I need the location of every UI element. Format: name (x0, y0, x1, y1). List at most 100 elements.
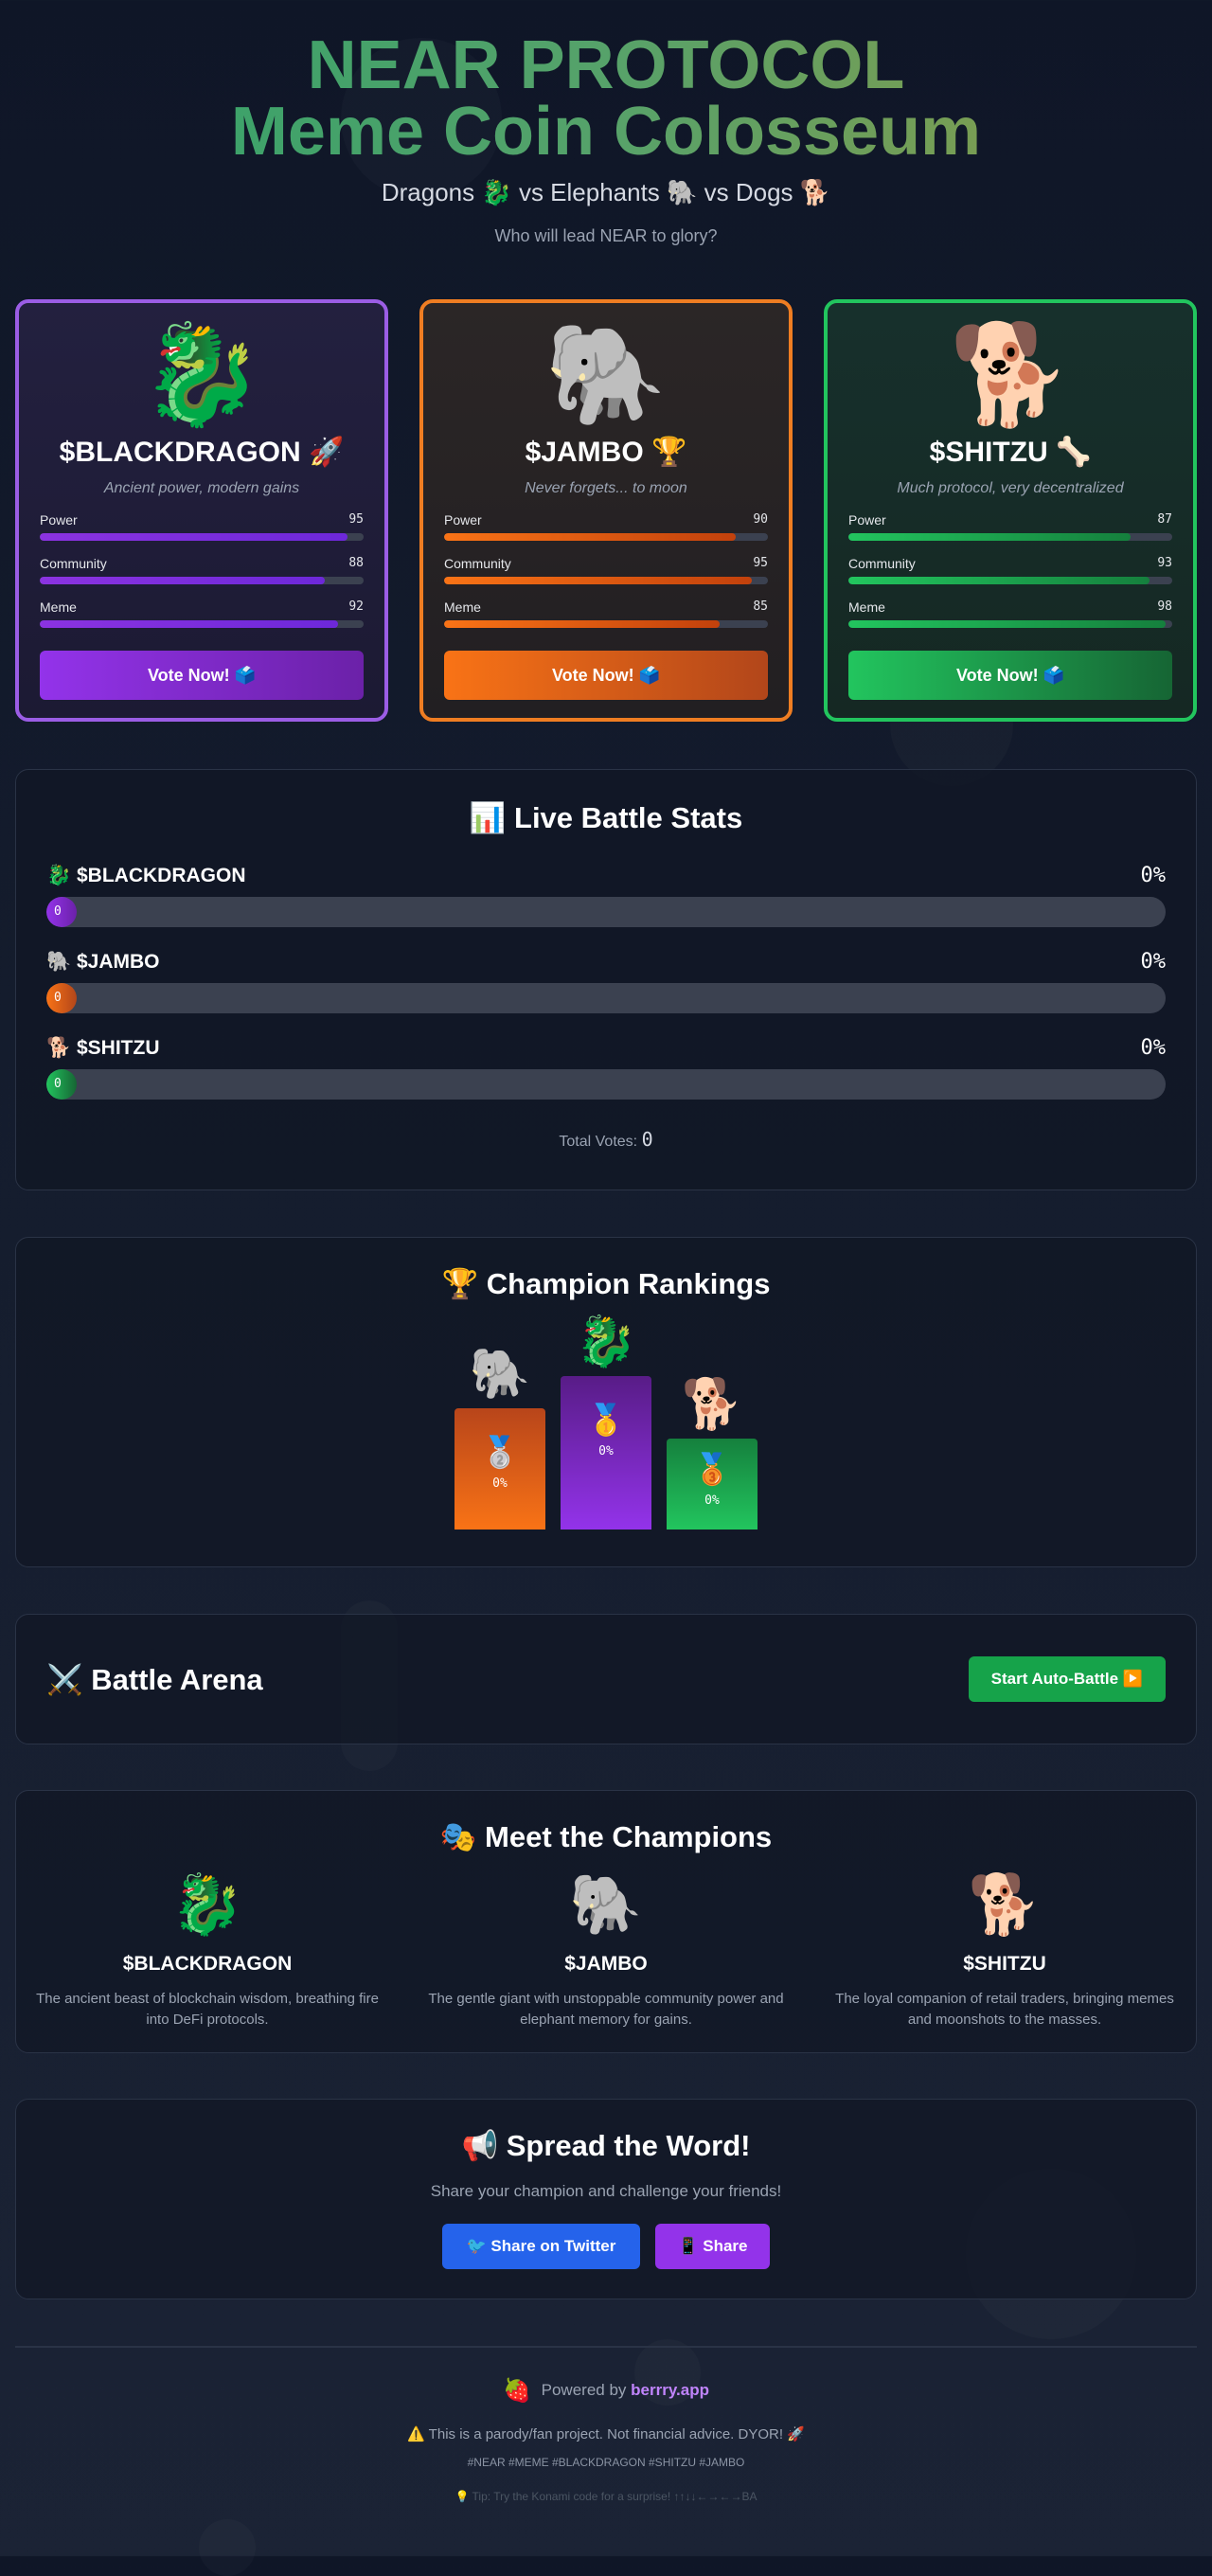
tagline: Who will lead NEAR to glory? (494, 226, 718, 245)
live-row-percent: 0% (1140, 864, 1167, 887)
stat-bar (40, 620, 364, 628)
stat-value: 93 (1157, 556, 1172, 570)
vote-button-blackdragon[interactable]: Vote Now! 🗳️ (40, 651, 364, 700)
stat-community: Community 95 (444, 556, 768, 584)
live-row-name: 🐉 $BLACKDRAGON (46, 864, 246, 886)
dragon-icon: 🐉 (140, 320, 263, 430)
stat-label: Community (848, 556, 916, 571)
stat-bar (848, 620, 1172, 628)
total-votes: Total Votes: 0 (46, 1128, 1166, 1151)
stat-bar-fill (40, 620, 338, 628)
stat-bar (40, 577, 364, 584)
live-row-percent: 0% (1140, 1036, 1167, 1060)
footer: 🍓 Powered by berrry.app ⚠️ This is a par… (0, 2377, 1212, 2503)
elephant-icon: 🐘 (469, 1347, 531, 1402)
spread-the-word: 📢 Spread the Word! Share your champion a… (15, 2099, 1197, 2299)
share-twitter-button[interactable]: 🐦 Share on Twitter (441, 2224, 641, 2269)
stat-value: 90 (753, 512, 768, 527)
stat-power: Power 90 (444, 512, 768, 541)
stat-bar-fill (40, 533, 348, 541)
stat-bar-fill (444, 533, 736, 541)
stat-community: Community 93 (848, 556, 1172, 584)
dog-icon: 🐕 (968, 1872, 1042, 1938)
podium-percent: 0% (598, 1444, 614, 1458)
live-battle-stats: 📊 Live Battle Stats 🐉 $BLACKDRAGON 0% 0 … (15, 769, 1197, 1190)
live-bar: 0 (46, 897, 1166, 927)
title-line-1: NEAR PROTOCOL (307, 27, 905, 103)
champion-desc: The loyal companion of retail traders, b… (835, 1991, 1174, 2028)
live-bar-fill: 0 (46, 897, 77, 927)
stat-meme: Meme 98 (848, 599, 1172, 628)
dragon-icon: 🐉 (575, 1315, 637, 1369)
champion-name: $JAMBO (564, 1953, 648, 1975)
stat-label: Meme (444, 599, 481, 615)
vote-button-shitzu[interactable]: Vote Now! 🗳️ (848, 651, 1172, 700)
section-title: 🎭 Meet the Champions (439, 1820, 773, 1853)
stat-value: 95 (753, 556, 768, 570)
stat-bar (444, 577, 768, 584)
stat-value: 92 (348, 599, 364, 614)
podium-block: 🥉 0% (667, 1439, 758, 1530)
dog-icon: 🐕 (949, 320, 1072, 430)
live-row-percent: 0% (1140, 950, 1167, 974)
silver-medal-icon: 🥈 (481, 1435, 519, 1469)
dog-icon: 🐕 (681, 1377, 743, 1432)
subtitle: Dragons 🐉 vs Elephants 🐘 vs Dogs 🐕 (381, 178, 831, 206)
section-title: 📊 Live Battle Stats (469, 801, 743, 834)
champion-rankings: 🏆 Champion Rankings 🐘 🥈 0% 🐉 🥇 0% 🐕 🥉 0% (15, 1237, 1197, 1567)
podium-block: 🥇 0% (561, 1376, 651, 1530)
coin-cards: 🐉 $BLACKDRAGON 🚀 Ancient power, modern g… (15, 299, 1197, 722)
stat-bar (40, 533, 364, 541)
share-description: Share your champion and challenge your f… (430, 2182, 782, 2200)
section-title: ⚔️ Battle Arena (46, 1662, 263, 1696)
share-button[interactable]: 📱 Share (655, 2224, 771, 2269)
podium-second: 🐘 🥈 0% (454, 1346, 545, 1530)
meet-the-champions: 🎭 Meet the Champions 🐉 $BLACKDRAGON The … (15, 1790, 1197, 2053)
stat-value: 87 (1157, 512, 1172, 527)
stat-label: Meme (40, 599, 77, 615)
start-auto-battle-button[interactable]: Start Auto-Battle ▶️ (968, 1656, 1166, 1702)
stat-label: Power (848, 512, 886, 528)
podium-first: 🐉 🥇 0% (561, 1314, 651, 1530)
stat-bar-fill (848, 533, 1131, 541)
podium: 🐘 🥈 0% 🐉 🥇 0% 🐕 🥉 0% (16, 1238, 1196, 1566)
powered-by: 🍓 Powered by berrry.app (0, 2377, 1212, 2405)
live-row-blackdragon: 🐉 $BLACKDRAGON 0% 0 (46, 864, 1166, 927)
coin-name: $JAMBO 🏆 (525, 437, 687, 468)
stat-label: Meme (848, 599, 885, 615)
gold-medal-icon: 🥇 (587, 1403, 625, 1437)
stat-power: Power 87 (848, 512, 1172, 541)
elephant-icon: 🐘 (569, 1872, 643, 1938)
konami-tip: 💡 Tip: Try the Konami code for a surpris… (454, 2490, 758, 2503)
share-buttons: 🐦 Share on Twitter 📱 Share (16, 2224, 1196, 2269)
champion-desc: The gentle giant with unstoppable commun… (428, 1991, 784, 2028)
stat-meme: Meme 92 (40, 599, 364, 628)
stat-bar (848, 533, 1172, 541)
footer-divider (15, 2346, 1197, 2348)
live-bar-fill: 0 (46, 983, 77, 1013)
coin-motto: Much protocol, very decentralized (897, 480, 1124, 496)
podium-percent: 0% (704, 1494, 720, 1508)
coin-card-jambo: 🐘 $JAMBO 🏆 Never forgets... to moon Powe… (419, 299, 793, 722)
stat-label: Power (444, 512, 482, 528)
stat-value: 85 (753, 599, 768, 614)
disclaimer: ⚠️ This is a parody/fan project. Not fin… (407, 2426, 805, 2442)
live-row-name: 🐘 $JAMBO (46, 950, 160, 973)
stat-value: 98 (1157, 599, 1172, 614)
brand-link[interactable]: berrry.app (631, 2381, 709, 2399)
champion-desc: The ancient beast of blockchain wisdom, … (36, 1991, 379, 2028)
champion-list: 🐉 $BLACKDRAGON The ancient beast of bloc… (16, 1854, 1196, 2030)
elephant-icon: 🐘 (544, 320, 668, 430)
coin-card-shitzu: 🐕 $SHITZU 🦴 Much protocol, very decentra… (824, 299, 1197, 722)
page: NEAR PROTOCOL Meme Coin Colosseum Dragon… (0, 0, 1212, 2503)
dragon-icon: 🐉 (170, 1872, 244, 1938)
vote-button-jambo[interactable]: Vote Now! 🗳️ (444, 651, 768, 700)
coin-motto: Ancient power, modern gains (103, 480, 300, 496)
stat-bar-fill (40, 577, 325, 584)
champion-name: $SHITZU (963, 1953, 1046, 1975)
stat-bar (444, 620, 768, 628)
live-bar-fill: 0 (46, 1069, 77, 1100)
live-bar: 0 (46, 1069, 1166, 1100)
podium-block: 🥈 0% (454, 1408, 545, 1530)
battle-arena: ⚔️ Battle Arena Start Auto-Battle ▶️ (15, 1614, 1197, 1744)
